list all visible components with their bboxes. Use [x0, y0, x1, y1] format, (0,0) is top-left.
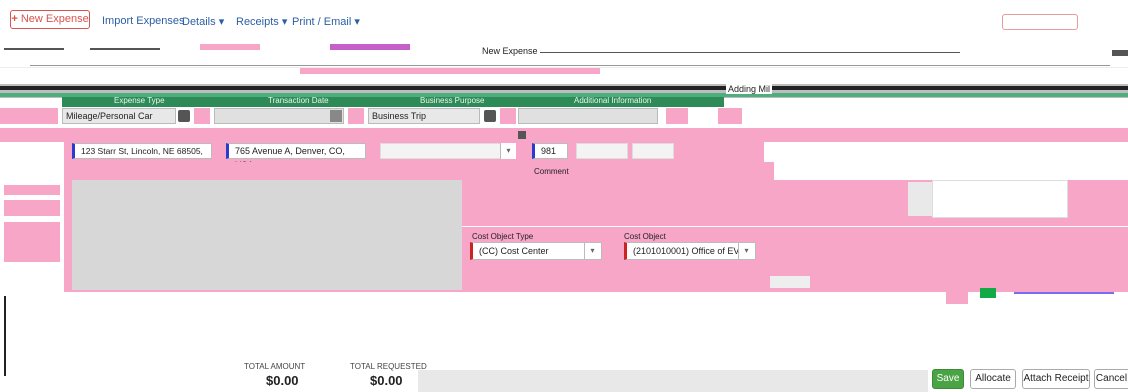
new-expense-title: New Expense — [482, 46, 538, 56]
cost-object-value: (2101010001) Office of EVC — [633, 246, 746, 256]
pink-block — [348, 108, 364, 124]
trip-type-value: Business Trip — [372, 111, 427, 121]
expense-type-select[interactable]: Mileage/Personal Car — [62, 108, 176, 124]
tab-transaction-date[interactable]: Transaction Date — [268, 96, 329, 105]
miles-value: 981 — [541, 146, 557, 156]
divider — [4, 48, 64, 50]
receipt-preview-box[interactable] — [932, 180, 1068, 218]
calendar-icon[interactable] — [330, 110, 342, 122]
pink-block — [500, 108, 516, 124]
pink-block — [4, 200, 60, 216]
chevron-down-icon: ▾ — [281, 16, 288, 28]
comment-textarea[interactable] — [72, 180, 462, 290]
header-action-box[interactable] — [1002, 14, 1078, 30]
adding-mileage-text: Adding Mil — [726, 84, 773, 94]
tab-additional-information[interactable]: Additional Information — [574, 96, 651, 105]
currency-select[interactable] — [632, 143, 674, 159]
checkbox-icon[interactable] — [518, 131, 526, 139]
scroll-marker — [1112, 50, 1128, 56]
pink-block — [718, 108, 742, 124]
total-requested-value: $0.00 — [370, 373, 403, 388]
chevron-down-icon[interactable]: ▾ — [584, 243, 600, 259]
print-email-label: Print / Email — [292, 16, 352, 28]
new-expense-button[interactable]: + New Expense — [10, 10, 90, 29]
pink-block — [0, 108, 58, 124]
print-email-menu[interactable]: Print / Email ▾ — [292, 15, 360, 28]
dropdown-icon[interactable] — [178, 110, 190, 122]
footer-status-bar — [418, 370, 928, 392]
cancel-button[interactable]: Cancel — [1094, 369, 1128, 389]
cost-object-type-value: (CC) Cost Center — [479, 246, 549, 256]
receipts-label: Receipts — [236, 16, 279, 28]
pink-block — [4, 185, 60, 195]
new-expense-label: New Expense — [20, 13, 89, 25]
chevron-down-icon[interactable]: ▾ — [738, 243, 754, 259]
rate-field — [576, 143, 628, 159]
receipts-menu[interactable]: Receipts ▾ — [236, 15, 287, 28]
details-menu[interactable]: Details ▾ — [182, 15, 224, 28]
divider — [462, 226, 1128, 227]
total-amount-value: $0.00 — [266, 373, 299, 388]
save-button[interactable]: Save — [932, 369, 964, 389]
chevron-down-icon[interactable]: ▾ — [500, 143, 516, 159]
cost-object-type-label: Cost Object Type — [472, 232, 534, 241]
dropdown-icon[interactable] — [484, 110, 496, 122]
cost-object-type-select[interactable]: (CC) Cost Center — [470, 242, 602, 260]
expense-header-band — [0, 38, 1128, 68]
total-requested-label: TOTAL REQUESTED — [350, 362, 427, 371]
mileage-link[interactable] — [1014, 292, 1114, 294]
comment-label: Comment — [534, 167, 569, 176]
total-amount-label: TOTAL AMOUNT — [244, 362, 306, 371]
chevron-down-icon: ▾ — [218, 16, 225, 28]
map-icon[interactable] — [980, 288, 996, 298]
form-row-2-labels — [0, 128, 1128, 142]
cost-object-label: Cost Object — [624, 232, 666, 241]
expense-type-value: Mileage/Personal Car — [66, 111, 153, 121]
purple-marker — [330, 44, 410, 50]
vehicle-select[interactable] — [380, 143, 516, 159]
allocate-button[interactable]: Allocate — [970, 369, 1016, 389]
cost-object-select[interactable]: (2101010001) Office of EVC — [624, 242, 756, 260]
form-section-header: Expense Type Transaction Date Business P… — [62, 96, 724, 107]
pink-block — [4, 222, 60, 262]
transaction-date-field[interactable] — [214, 108, 344, 124]
attach-receipt-button[interactable]: Attach Receipt — [1022, 369, 1090, 389]
additional-info-field[interactable] — [518, 108, 658, 124]
tab-business-purpose[interactable]: Business Purpose — [420, 96, 484, 105]
divider — [90, 48, 160, 50]
pink-block — [194, 108, 210, 124]
tab-expense-type[interactable]: Expense Type — [114, 96, 165, 105]
divider — [540, 52, 960, 53]
from-location-input[interactable]: 123 Starr St, Lincoln, NE 68505, USA — [72, 143, 212, 170]
pink-marker — [200, 44, 260, 50]
trip-type-select[interactable]: Business Trip — [368, 108, 480, 124]
to-location-input[interactable]: 765 Avenue A, Denver, CO, USA — [226, 143, 366, 170]
plus-icon: + — [11, 13, 18, 25]
miles-input[interactable]: 981 — [532, 143, 568, 159]
divider — [30, 65, 1110, 66]
pager-box — [770, 276, 810, 288]
import-expenses-link[interactable]: Import Expenses — [102, 15, 185, 27]
section-band-strip — [0, 86, 1128, 90]
attachment-thumb — [908, 182, 932, 216]
chevron-down-icon: ▾ — [354, 16, 360, 28]
scroll-edge — [4, 296, 6, 376]
form-row-3-bg — [64, 162, 774, 180]
details-label: Details — [182, 16, 216, 28]
pink-block — [666, 108, 688, 124]
pink-block — [946, 290, 968, 304]
pink-marker — [300, 68, 600, 74]
